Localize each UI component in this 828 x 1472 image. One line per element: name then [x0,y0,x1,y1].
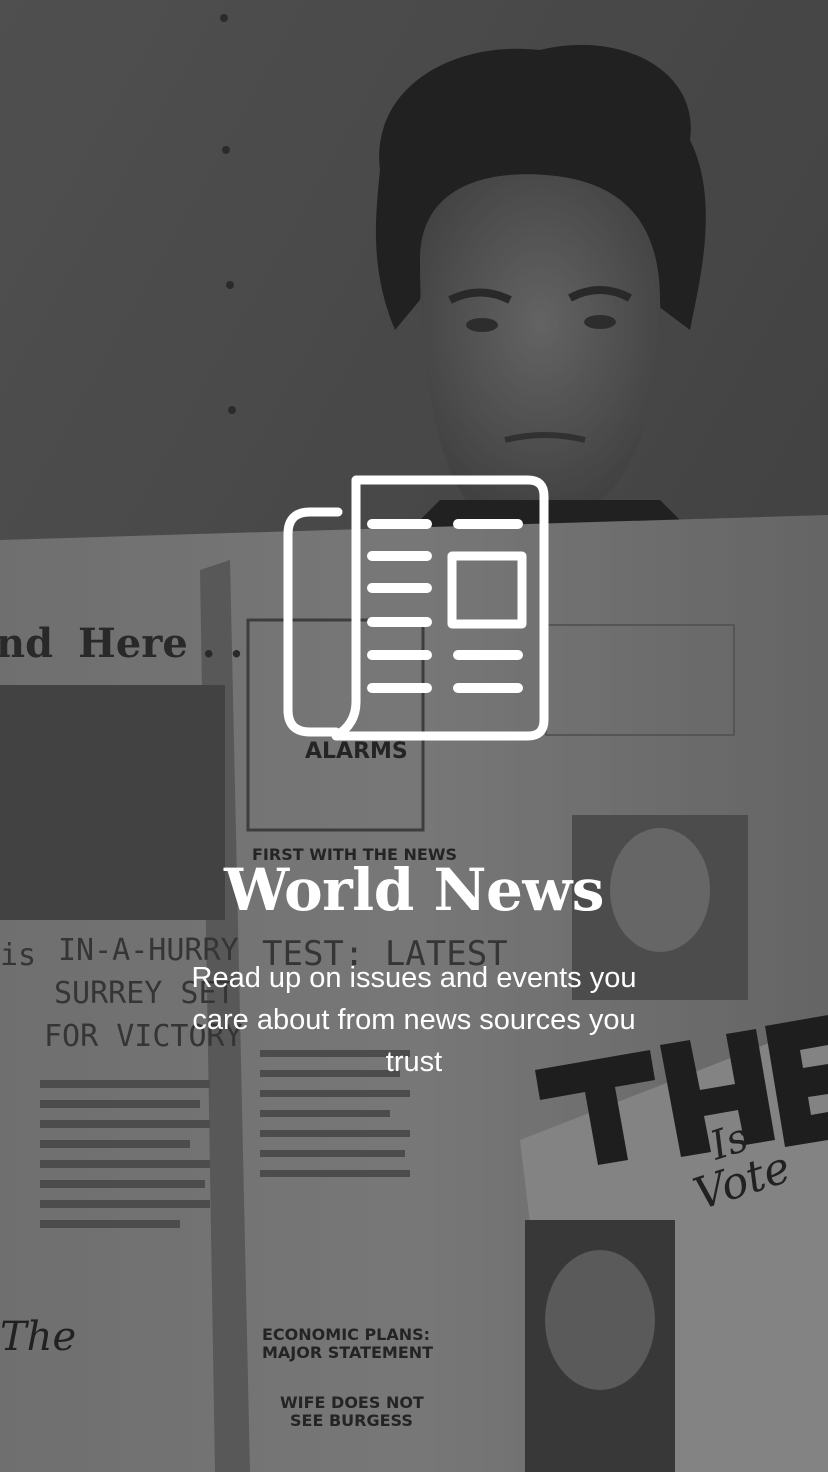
screen-tagline: Read up on issues and events you care ab… [191,962,637,1078]
newspaper-icon [283,475,549,741]
screen-title: World News [224,856,604,924]
onboarding-screen: nd Here . . IN-A-HURRY SURREY SET FOR VI… [0,0,828,1472]
